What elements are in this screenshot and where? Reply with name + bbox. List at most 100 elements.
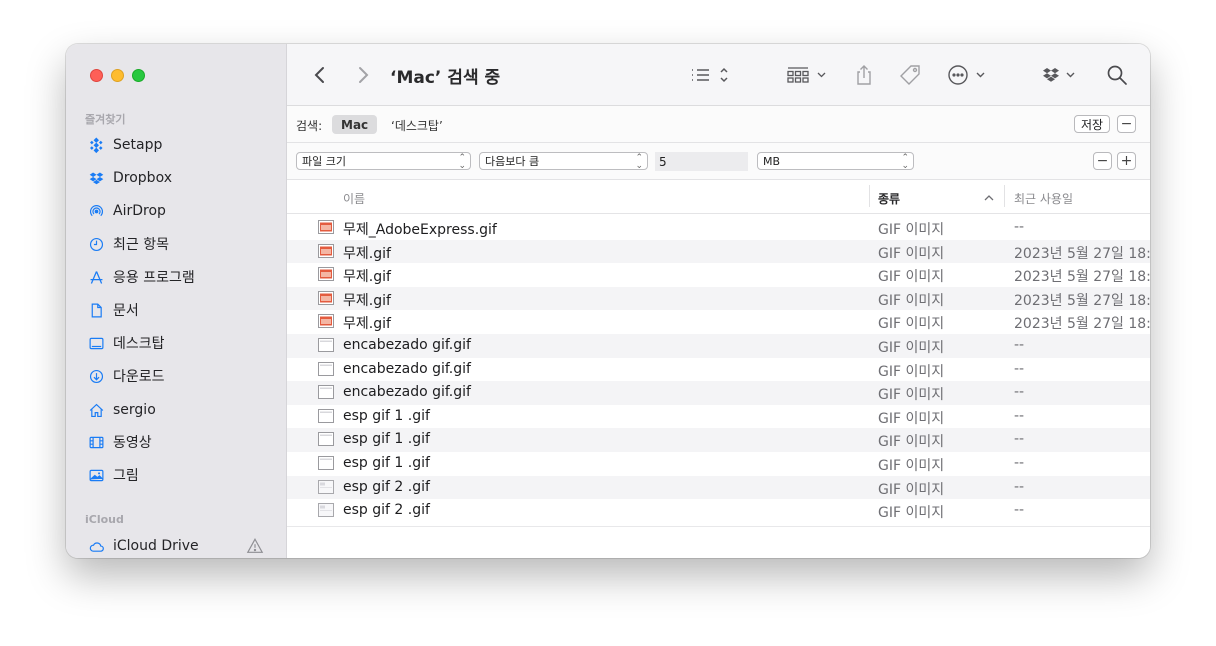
column-header-name[interactable]: 이름: [343, 190, 365, 207]
window-controls: [90, 69, 145, 82]
dropbox-toolbar-button[interactable]: [1041, 63, 1081, 87]
sidebar-item-recents[interactable]: 최근 항목: [86, 232, 169, 256]
remove-search-button[interactable]: −: [1117, 115, 1136, 133]
dropbox-icon: [86, 168, 106, 188]
table-row[interactable]: 무제.gif GIF 이미지 2023년 5월 27일 18:: [287, 310, 1150, 334]
table-row[interactable]: esp gif 2 .gif GIF 이미지 --: [287, 499, 1150, 523]
table-row[interactable]: 무제_AdobeExpress.gif GIF 이미지 --: [287, 216, 1150, 240]
list-view-icon: [692, 67, 728, 83]
sidebar-item-setapp[interactable]: Setapp: [86, 133, 162, 157]
sidebar-item-label: Dropbox: [113, 170, 172, 186]
search-button[interactable]: [1105, 63, 1129, 87]
file-kind: GIF 이미지: [878, 434, 945, 451]
sidebar-item-applications[interactable]: 응용 프로그램: [86, 265, 195, 289]
gif-file-icon: [318, 314, 334, 329]
sidebar-item-airdrop[interactable]: AirDrop: [86, 199, 166, 223]
save-search-button[interactable]: 저장: [1074, 115, 1111, 133]
attribute-popup[interactable]: 파일 크기 ⌃ ⌄: [296, 152, 471, 171]
sidebar: 즐겨찾기 Setapp Dropbox AirDrop 최근 항목 응용 프로그…: [66, 44, 287, 558]
sort-ascending-icon: [984, 195, 994, 201]
table-row[interactable]: encabezado gif.gif GIF 이미지 --: [287, 381, 1150, 405]
forward-button[interactable]: [352, 63, 374, 87]
sidebar-item-label: 동영상: [113, 435, 152, 451]
table-row[interactable]: 무제.gif GIF 이미지 2023년 5월 27일 18:: [287, 263, 1150, 287]
sidebar-item-icloud-drive[interactable]: iCloud Drive: [86, 534, 199, 558]
table-row[interactable]: esp gif 1 .gif GIF 이미지 --: [287, 405, 1150, 429]
close-button[interactable]: [90, 69, 103, 82]
remove-criteria-button[interactable]: −: [1093, 152, 1112, 170]
file-last-opened: 2023년 5월 27일 18:: [1014, 245, 1150, 262]
size-value-field[interactable]: 5: [655, 152, 748, 171]
gif-file-icon: [318, 267, 334, 282]
sidebar-item-pictures[interactable]: 그림: [86, 463, 139, 487]
file-name: 무제.gif: [343, 292, 391, 309]
tag-icon: [900, 65, 920, 85]
sidebar-item-desktop[interactable]: 데스크탑: [86, 331, 165, 355]
view-mode-button[interactable]: [688, 63, 734, 87]
minimize-button[interactable]: [111, 69, 124, 82]
ellipsis-circle-icon: [948, 65, 985, 85]
favorites-section-label: 즐겨찾기: [85, 113, 126, 126]
download-icon: [86, 366, 106, 386]
table-row[interactable]: 무제.gif GIF 이미지 2023년 5월 27일 18:: [287, 286, 1150, 311]
attribute-value: 파일 크기: [302, 155, 346, 168]
sidebar-item-label: 문서: [113, 303, 139, 319]
list-empty-area: [287, 526, 1150, 558]
share-button[interactable]: [852, 63, 876, 87]
chevron-left-icon: [314, 67, 324, 83]
warning-icon[interactable]: [246, 537, 264, 555]
unit-popup[interactable]: MB ⌃ ⌄: [757, 152, 914, 171]
group-button[interactable]: [786, 63, 830, 87]
table-row[interactable]: 무제.gif GIF 이미지 2023년 5월 27일 18:: [287, 239, 1150, 264]
sidebar-item-dropbox[interactable]: Dropbox: [86, 166, 172, 190]
file-last-opened: --: [1014, 454, 1025, 471]
gif-file-icon: [318, 337, 334, 352]
sidebar-item-label: Setapp: [113, 137, 163, 153]
tag-button[interactable]: [897, 63, 923, 87]
file-kind: GIF 이미지: [878, 481, 945, 498]
document-icon: [86, 300, 106, 320]
dropbox-icon: [1043, 68, 1075, 82]
table-row[interactable]: esp gif 1 .gif GIF 이미지 --: [287, 452, 1150, 476]
more-actions-button[interactable]: [947, 63, 991, 87]
table-row[interactable]: encabezado gif.gif GIF 이미지 --: [287, 358, 1150, 382]
gif-file-icon: [318, 455, 334, 470]
file-last-opened: --: [1014, 384, 1025, 401]
file-kind: GIF 이미지: [878, 245, 945, 262]
share-icon: [857, 65, 871, 85]
table-row[interactable]: encabezado gif.gif GIF 이미지 --: [287, 333, 1150, 358]
column-header-date[interactable]: 최근 사용일: [1014, 190, 1073, 207]
file-last-opened: --: [1014, 360, 1025, 377]
chevron-right-icon: [359, 67, 369, 83]
window-title: ‘Mac’ 검색 중: [390, 68, 501, 88]
add-criteria-button[interactable]: +: [1117, 152, 1136, 170]
file-last-opened: 2023년 5월 27일 18:: [1014, 292, 1150, 309]
photo-icon: [86, 465, 106, 485]
file-name: esp gif 1 .gif: [343, 454, 430, 471]
back-button[interactable]: [309, 63, 331, 87]
operator-popup[interactable]: 다음보다 큼 ⌃ ⌄: [479, 152, 648, 171]
gif-file-icon: [318, 243, 334, 258]
sidebar-item-downloads[interactable]: 다운로드: [86, 364, 165, 388]
table-row[interactable]: esp gif 2 .gif GIF 이미지 --: [287, 475, 1150, 500]
table-row[interactable]: esp gif 1 .gif GIF 이미지 --: [287, 428, 1150, 452]
column-separator[interactable]: [1004, 185, 1005, 207]
file-kind: GIF 이미지: [878, 410, 945, 427]
file-name: 무제_AdobeExpress.gif: [343, 222, 497, 238]
file-name: esp gif 1 .gif: [343, 431, 430, 448]
file-name: encabezado gif.gif: [343, 360, 471, 377]
sidebar-item-documents[interactable]: 문서: [86, 298, 139, 322]
gif-file-icon: [318, 408, 334, 423]
gif-file-icon: [318, 479, 334, 494]
column-header-kind[interactable]: 종류: [878, 190, 900, 207]
gif-file-icon: [318, 503, 334, 518]
scope-desktop-button[interactable]: ‘데스크탑’: [391, 117, 443, 134]
zoom-button[interactable]: [132, 69, 145, 82]
file-last-opened: --: [1014, 336, 1025, 353]
gif-file-icon: [318, 220, 334, 234]
sidebar-item-movies[interactable]: 동영상: [86, 430, 152, 454]
file-last-opened: --: [1014, 219, 1025, 235]
scope-mac-button[interactable]: Mac: [332, 115, 378, 134]
sidebar-item-home[interactable]: sergio: [86, 398, 156, 422]
column-separator[interactable]: [869, 185, 870, 207]
